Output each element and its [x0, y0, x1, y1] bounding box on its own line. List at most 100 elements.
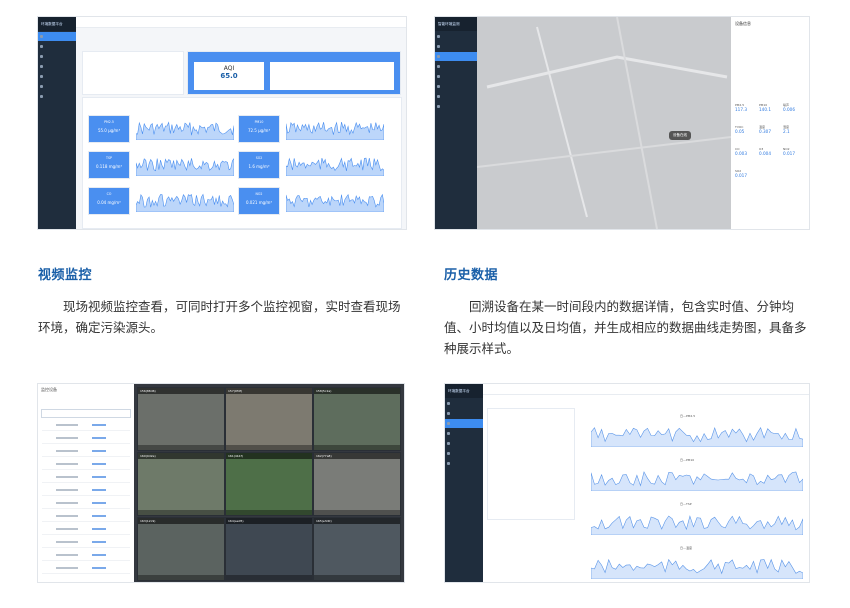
camera-title: 161(4b1f): [226, 453, 312, 459]
trend-sparkline: [286, 193, 384, 212]
sidebar-item[interactable]: [445, 439, 483, 448]
camera-title: 156(88d6): [138, 388, 224, 394]
reading-value: 117.3: [735, 107, 747, 112]
sidebar: 环境数据平台: [38, 17, 76, 229]
reading-cell: 噪声 0.006: [783, 103, 806, 123]
sidebar-item[interactable]: [38, 92, 76, 101]
camera-view[interactable]: 161(4b1f): [225, 452, 313, 516]
screenshot-realtime-dashboard: 环境数据平台 AQI 65.0 PM2.5 55.0 μg/m³ PM10 72.5 …: [38, 17, 406, 229]
sidebar-item[interactable]: [38, 32, 76, 41]
reading-cell: O3 0.004: [759, 147, 782, 167]
tile-value: 0.118 mg/m³: [95, 164, 122, 169]
sidebar-item[interactable]: [445, 419, 483, 428]
app-title: 智能环境监测: [435, 17, 477, 31]
sidebar-item[interactable]: [435, 42, 477, 51]
sidebar-item[interactable]: [445, 429, 483, 438]
pollutant-tile: PM2.5 55.0 μg/m³: [88, 115, 130, 143]
trend-sparkline: [136, 193, 234, 212]
sidebar-item[interactable]: [435, 82, 477, 91]
sidebar-item[interactable]: [435, 62, 477, 71]
tile-name: TSP: [106, 156, 112, 160]
list-item[interactable]: [42, 449, 130, 457]
sidebar-item[interactable]: [435, 92, 477, 101]
sidebar-item[interactable]: [445, 409, 483, 418]
list-item[interactable]: [42, 436, 130, 444]
query-panel: [487, 408, 575, 520]
camera-view[interactable]: 156(88d6): [137, 387, 225, 451]
device-info-panel: [82, 51, 184, 95]
camera-view[interactable]: 165(e3d0): [313, 517, 401, 581]
panel-title: 监控设备: [41, 387, 57, 392]
list-item[interactable]: [42, 423, 130, 431]
list-item[interactable]: [42, 514, 130, 522]
list-item[interactable]: [42, 462, 130, 470]
history-chart: [591, 426, 803, 447]
camera-view[interactable]: 163(12c9): [137, 517, 225, 581]
tile-name: PM10: [254, 120, 264, 124]
device-list-panel: 监控设备: [38, 384, 135, 582]
reading-value: 0.017: [735, 173, 747, 178]
history-chart: [591, 558, 803, 579]
map-area[interactable]: 设备在线: [477, 17, 731, 229]
camera-title: 163(12c9): [138, 518, 224, 524]
reading-value: 0.05: [735, 129, 745, 134]
camera-view[interactable]: 157(9f4f): [225, 387, 313, 451]
trend-sparkline: [136, 121, 234, 140]
camera-view[interactable]: 164(ae05): [225, 517, 313, 581]
device-detail-panel: 设备信息 PM2.5 117.3 PM10 140.1 噪声 0.006 TVOC 0.05 温…: [731, 17, 809, 229]
reading-cell: 湿度 2.1: [783, 125, 806, 145]
reading-value: 0.003: [735, 151, 747, 156]
top-bar: [483, 384, 809, 395]
sidebar-item[interactable]: [38, 82, 76, 91]
aqi-panel: AQI 65.0: [187, 51, 401, 95]
chart-title: 日—PM2.5: [680, 414, 696, 418]
list-item[interactable]: [42, 501, 130, 509]
tile-name: NO2: [255, 192, 263, 196]
sidebar-item[interactable]: [38, 62, 76, 71]
sidebar-item[interactable]: [445, 399, 483, 408]
camera-title: 160(0d2e): [138, 453, 224, 459]
reading-value: 0.004: [759, 151, 771, 156]
section-title-history: 历史数据: [444, 268, 499, 283]
reading-cell: 温度 0.307: [759, 125, 782, 145]
pollutant-tile: SO2 1.6 mg/m³: [238, 151, 280, 179]
sidebar-item[interactable]: [38, 52, 76, 61]
sidebar-item[interactable]: [435, 102, 477, 111]
sidebar-item[interactable]: [435, 52, 477, 61]
reading-cell: TVOC 0.05: [735, 125, 758, 145]
list-item[interactable]: [42, 527, 130, 535]
list-item[interactable]: [42, 540, 130, 548]
camera-view[interactable]: 162(77a8): [313, 452, 401, 516]
sidebar-item[interactable]: [38, 72, 76, 81]
reading-value: 0.017: [783, 151, 795, 156]
sidebar-item[interactable]: [435, 32, 477, 41]
screenshot-map-device: 智能环境监测 设备在线 设备信息 PM2.5 117.3 PM10 140.1 噪声 0.…: [435, 17, 809, 229]
list-item[interactable]: [42, 475, 130, 483]
sidebar-item[interactable]: [445, 449, 483, 458]
chart-title: 日—温度: [680, 546, 693, 550]
history-chart: [591, 471, 803, 491]
sidebar-item[interactable]: [445, 459, 483, 468]
camera-view[interactable]: 160(0d2e): [137, 452, 225, 516]
trend-sparkline: [136, 158, 234, 176]
search-input[interactable]: [41, 409, 131, 418]
list-item[interactable]: [42, 488, 130, 496]
sidebar-item[interactable]: [435, 72, 477, 81]
camera-view[interactable]: 158(5c2a): [313, 387, 401, 451]
camera-title: 157(9f4f): [226, 388, 312, 394]
map-popup[interactable]: 设备在线: [669, 131, 691, 140]
sidebar-item[interactable]: [38, 42, 76, 51]
section-title-video: 视频监控: [38, 268, 93, 283]
tile-value: 1.6 mg/m³: [248, 164, 270, 169]
reading-value: 0.006: [783, 107, 795, 112]
aqi-label: AQI: [223, 65, 235, 72]
reading-value: 140.1: [759, 107, 771, 112]
list-item[interactable]: [42, 566, 130, 574]
pollutant-tile: PM10 72.5 μg/m³: [238, 115, 280, 143]
aqi-value: 65.0: [220, 72, 238, 80]
list-item[interactable]: [42, 553, 130, 561]
chart-title: 日—PM10: [680, 458, 695, 462]
reading-cell: PM10 140.1: [759, 103, 782, 123]
trend-sparkline: [286, 121, 384, 140]
screenshot-video-wall: 监控设备 156(88d6) 157(9f4f) 158(5c2a) 160(0d2e…: [38, 384, 404, 582]
